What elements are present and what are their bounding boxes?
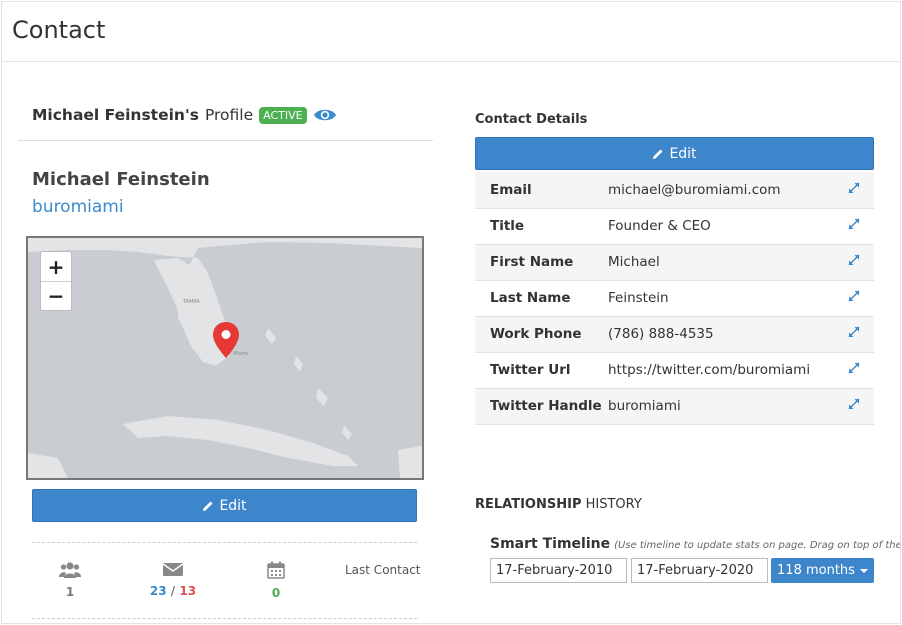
contact-details-panel: Contact Details Edit Email michael@buromi… xyxy=(475,62,900,623)
relationship-history-heading: RELATIONSHIP HISTORY xyxy=(475,497,642,512)
calendar-icon xyxy=(256,561,296,582)
timeline-start-date-input[interactable] xyxy=(490,558,627,583)
detail-label: First Name xyxy=(490,254,574,270)
page-title: Contact xyxy=(2,2,900,62)
detail-value: Michael xyxy=(608,254,660,270)
contact-details-table: Email michael@buromiami.com Title Founder &… xyxy=(475,172,874,425)
contact-name: Michael Feinstein xyxy=(32,169,210,190)
emails-received-count: 13 xyxy=(179,584,197,598)
expand-icon[interactable] xyxy=(834,280,874,316)
smart-timeline-label: Smart Timeline xyxy=(490,536,611,552)
expand-icon[interactable] xyxy=(834,172,874,208)
relationship-heading-bold: RELATIONSHIP xyxy=(475,497,582,512)
stat-emails[interactable]: 23 / 13 xyxy=(145,561,201,598)
events-count: 0 xyxy=(271,586,281,600)
detail-value: Feinstein xyxy=(608,290,669,306)
contact-details-title: Contact Details xyxy=(475,112,588,127)
contact-page: Contact Michael Feinstein's Profile ACTI… xyxy=(1,1,901,624)
detail-label: Twitter Url xyxy=(490,362,571,378)
expand-icon[interactable] xyxy=(834,208,874,244)
profile-edit-label: Edit xyxy=(219,497,247,514)
expand-icon[interactable] xyxy=(834,388,874,424)
detail-row: Last Name Feinstein xyxy=(475,280,874,316)
pencil-icon xyxy=(202,500,214,512)
detail-row: Twitter Url https://twitter.com/buromiami xyxy=(475,352,874,388)
emails-separator: / xyxy=(170,584,176,598)
expand-icon[interactable] xyxy=(834,316,874,352)
emails-sent-count: 23 xyxy=(149,584,167,598)
detail-label: Work Phone xyxy=(490,326,582,342)
map-zoom-control: + − xyxy=(40,251,72,311)
detail-value: Founder & CEO xyxy=(608,218,711,234)
smart-timeline-hint: (Use timeline to update stats on page. D… xyxy=(614,540,901,551)
expand-icon[interactable] xyxy=(834,244,874,280)
profile-owner-name: Michael Feinstein's xyxy=(32,106,199,124)
location-map[interactable]: TAMPA Miami + − xyxy=(26,236,424,480)
detail-row: First Name Michael xyxy=(475,244,874,280)
timeline-range-dropdown[interactable]: 118 months xyxy=(771,558,874,583)
zoom-in-button[interactable]: + xyxy=(41,252,71,281)
details-edit-button[interactable]: Edit xyxy=(475,137,874,170)
stat-events[interactable]: 0 xyxy=(256,561,296,600)
profile-edit-button[interactable]: Edit xyxy=(32,489,417,522)
pencil-icon xyxy=(652,148,664,160)
people-icon xyxy=(50,561,90,581)
timeline-end-date-input[interactable] xyxy=(631,558,768,583)
detail-row: Email michael@buromiami.com xyxy=(475,172,874,208)
detail-row: Work Phone (786) 888-4535 xyxy=(475,316,874,352)
profile-panel: Michael Feinstein's Profile ACTIVE Micha… xyxy=(18,62,433,623)
stats-divider-top xyxy=(32,542,417,543)
last-contact-label: Last Contact xyxy=(345,563,421,577)
map-tiles: TAMPA Miami xyxy=(28,238,422,478)
expand-icon[interactable] xyxy=(834,352,874,388)
stat-people[interactable]: 1 xyxy=(50,561,90,599)
details-edit-label: Edit xyxy=(669,145,697,162)
eye-icon[interactable] xyxy=(313,107,337,123)
detail-value: michael@buromiami.com xyxy=(608,181,781,198)
profile-label: Profile xyxy=(204,106,254,124)
detail-label: Email xyxy=(490,181,532,198)
svg-text:TAMPA: TAMPA xyxy=(182,299,200,305)
status-badge: ACTIVE xyxy=(259,106,307,124)
profile-header: Michael Feinstein's Profile ACTIVE xyxy=(32,106,337,124)
detail-value: buromiami xyxy=(608,398,681,414)
detail-value: (786) 888-4535 xyxy=(608,326,714,342)
caret-down-icon xyxy=(859,568,868,573)
detail-label: Twitter Handle xyxy=(490,398,602,414)
detail-label: Title xyxy=(490,218,525,234)
timeline-range-label: 118 months xyxy=(777,563,855,578)
map-marker-icon[interactable] xyxy=(213,322,239,358)
detail-value: https://twitter.com/buromiami xyxy=(608,362,811,378)
envelope-icon xyxy=(145,561,201,580)
detail-label: Last Name xyxy=(490,290,571,306)
zoom-out-button[interactable]: − xyxy=(41,281,71,310)
smart-timeline-header: Smart Timeline (Use timeline to update st… xyxy=(490,536,901,552)
relationship-heading-rest: HISTORY xyxy=(585,497,642,512)
stats-divider-bottom xyxy=(32,618,417,619)
detail-row: Twitter Handle buromiami xyxy=(475,388,874,424)
people-count: 1 xyxy=(65,585,75,599)
company-link[interactable]: buromiami xyxy=(32,197,124,217)
detail-row: Title Founder & CEO xyxy=(475,208,874,244)
divider xyxy=(18,140,433,141)
